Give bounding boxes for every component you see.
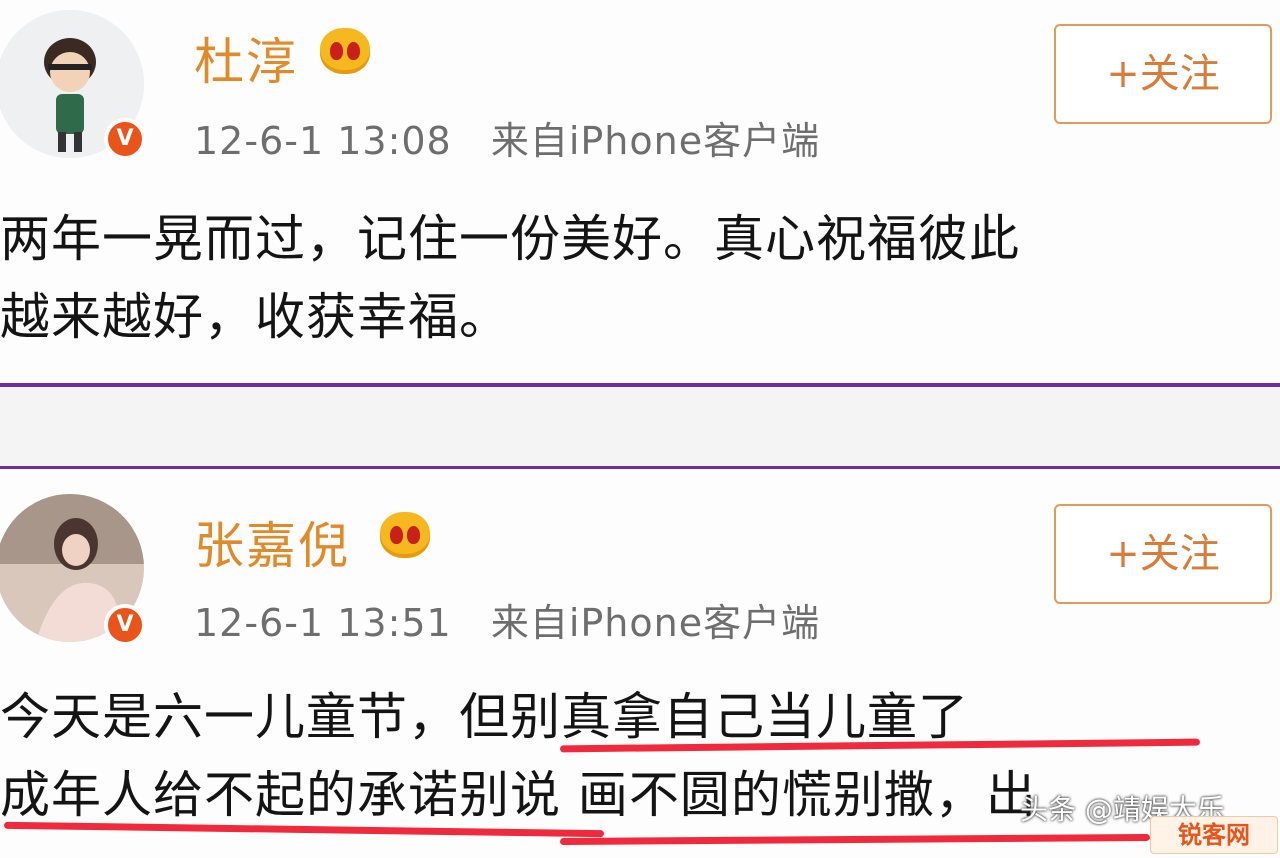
content-line: 越来越好，收获幸福。 <box>0 288 510 346</box>
post-meta: 12-6-1 13:08 来自iPhone客户端 <box>194 110 820 165</box>
post-time: 12-6-1 13:08 <box>194 119 452 163</box>
vip-crown-icon <box>380 512 430 558</box>
watermark-logo: 锐客网 <box>1150 816 1278 854</box>
post-source[interactable]: 来自iPhone客户端 <box>491 601 820 645</box>
vip-crown-icon <box>320 28 370 74</box>
content-line: 两年一晃而过，记住一份美好。真心祝福彼此 <box>0 210 1020 268</box>
username[interactable]: 杜淳 <box>194 22 298 94</box>
verified-v-icon: V <box>104 118 146 160</box>
username[interactable]: 张嘉倪 <box>194 506 350 578</box>
post-separator <box>0 387 1280 466</box>
post-meta: 12-6-1 13:51 来自iPhone客户端 <box>194 592 820 647</box>
follow-button[interactable]: +关注 <box>1054 24 1272 124</box>
post-content: 两年一晃而过，记住一份美好。真心祝福彼此 越来越好，收获幸福。 <box>0 200 1280 356</box>
post-source[interactable]: 来自iPhone客户端 <box>491 119 820 163</box>
verified-v-icon: V <box>104 604 146 646</box>
follow-button[interactable]: +关注 <box>1054 504 1272 604</box>
post-time: 12-6-1 13:51 <box>194 601 452 645</box>
